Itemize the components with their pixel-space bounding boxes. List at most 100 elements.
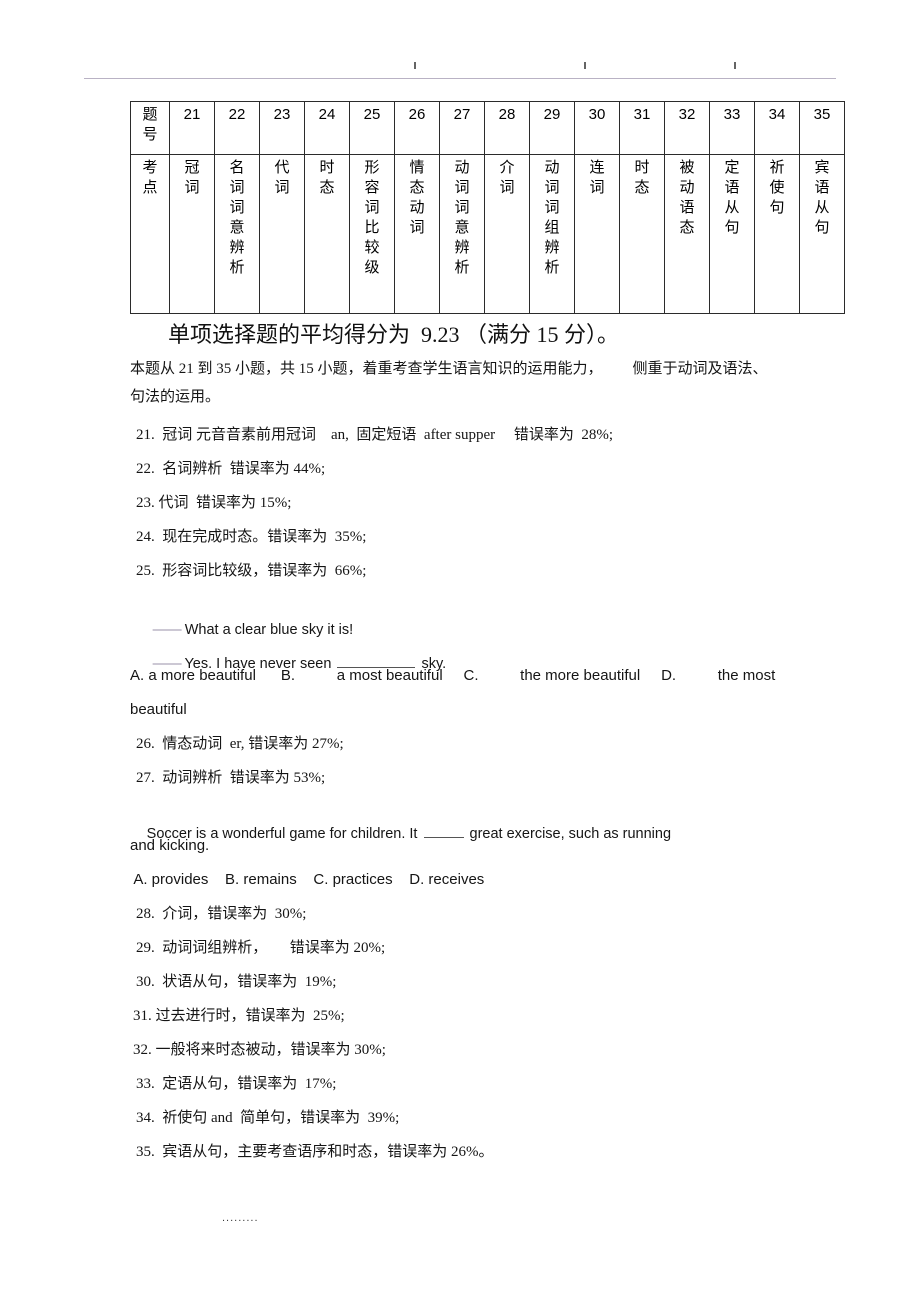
item-23: 23. 代词 错误率为 15%; [136, 495, 292, 511]
table-cell-qnum: 26 [394, 101, 440, 155]
table-cell-qnum: 23 [259, 101, 305, 155]
table-cell-qnum: 28 [484, 101, 530, 155]
table-cell-qnum: 32 [664, 101, 710, 155]
cell-text: 定 语 从 句 [724, 160, 740, 236]
cell-text: 35 [813, 106, 831, 123]
cell-text: 32 [678, 106, 696, 123]
table-cell-point: 介 词 [484, 154, 530, 314]
cell-text: 形 容 词 比 较 级 [364, 160, 380, 276]
table-cell-point: 时 态 [304, 154, 350, 314]
table-cell-qnum: 34 [754, 101, 800, 155]
header-tick-marks [84, 62, 836, 74]
item-28: 28. 介词，错误率为 30%; [136, 906, 307, 922]
table-cell-qnum: 21 [169, 101, 215, 155]
stem-text-after-blank: great exercise, such as running [465, 826, 672, 842]
table-cell-point: 代 词 [259, 154, 305, 314]
item-29: 29. 动词词组辨析， 错误率为 20%; [136, 940, 386, 956]
table-cell-point: 情 态 动 词 [394, 154, 440, 314]
table-cell-point: 祈 使 句 [754, 154, 800, 314]
table-cell-point: 名 词 词 意 辨 析 [214, 154, 260, 314]
cell-text: 31 [633, 106, 651, 123]
header-tick-mark [584, 62, 586, 69]
cell-text: 宾 语 从 句 [814, 160, 830, 236]
header-divider [84, 78, 836, 79]
row-label-text: 考 点 [142, 160, 158, 196]
document-page: 题 号 21 22 23 24 25 26 27 28 29 30 31 32 … [0, 0, 920, 1303]
table-cell-point: 动 词 词 意 辨 析 [439, 154, 485, 314]
table-cell-point: 连 词 [574, 154, 620, 314]
header-tick-mark [414, 62, 416, 69]
table-cell-point: 被 动 语 态 [664, 154, 710, 314]
row-label-text: 题 号 [142, 107, 158, 143]
item-32: 32. 一般将来时态被动，错误率为 30%; [133, 1042, 386, 1058]
table-cell-qnum: 33 [709, 101, 755, 155]
page-header [84, 58, 836, 90]
cell-text: 24 [318, 106, 336, 123]
item-24: 24. 现在完成时态。错误率为 35%; [136, 529, 367, 545]
cell-text: 23 [273, 106, 291, 123]
intro-line-1: 本题从 21 到 35 小题，共 15 小题，着重考查学生语言知识的运用能力， … [130, 361, 768, 377]
cell-text: 26 [408, 106, 426, 123]
item-22: 22. 名词辨析 错误率为 44%; [136, 461, 326, 477]
table-cell-qnum: 35 [799, 101, 845, 155]
footer-dots: ......... [222, 1212, 259, 1224]
table-cell-point: 时 态 [619, 154, 665, 314]
cell-text: 动 词 词 组 辨 析 [544, 160, 560, 276]
q25-options-line-1: A. a more beautiful B. a most beautiful … [130, 667, 776, 684]
table-cell-qnum: 24 [304, 101, 350, 155]
q27-options: A. provides B. remains C. practices D. r… [130, 871, 485, 888]
cell-text: 34 [768, 106, 786, 123]
item-33: 33. 定语从句，错误率为 17%; [136, 1076, 337, 1092]
answer-blank [423, 825, 464, 838]
table-row-question-numbers: 题 号 21 22 23 24 25 26 27 28 29 30 31 32 … [130, 101, 845, 155]
cell-text: 动 词 词 意 辨 析 [454, 160, 470, 276]
table-cell-point: 定 语 从 句 [709, 154, 755, 314]
q25-dialogue-line-2: —— Yes. I have never seen sky. [136, 631, 447, 697]
cell-text: 冠 词 [184, 160, 200, 196]
table-cell-qnum: 27 [439, 101, 485, 155]
table-cell-point: 宾 语 从 句 [799, 154, 845, 314]
cell-text: 名 词 词 意 辨 析 [229, 160, 245, 276]
cell-text: 时 态 [634, 160, 650, 196]
intro-line-2: 句法的运用。 [130, 389, 221, 405]
average-score-heading: 单项选择题的平均得分为 9.23 （满分 15 分）。 [168, 322, 620, 347]
item-31: 31. 过去进行时，错误率为 25%; [133, 1008, 345, 1024]
cell-text: 时 态 [319, 160, 335, 196]
item-26: 26. 情态动词 er, 错误率为 27%; [136, 736, 344, 752]
table-cell-point: 冠 词 [169, 154, 215, 314]
table-cell-qnum: 31 [619, 101, 665, 155]
question-points-table: 题 号 21 22 23 24 25 26 27 28 29 30 31 32 … [130, 101, 845, 314]
cell-text: 22 [228, 106, 246, 123]
table-cell-qnum: 30 [574, 101, 620, 155]
cell-text: 被 动 语 态 [679, 160, 695, 236]
table-cell-qnum: 22 [214, 101, 260, 155]
cell-text: 30 [588, 106, 606, 123]
table-cell-point: 动 词 词 组 辨 析 [529, 154, 575, 314]
cell-text: 29 [543, 106, 561, 123]
row-label-question-number: 题 号 [130, 101, 170, 155]
cell-text: 祈 使 句 [769, 160, 785, 216]
table-row-knowledge-points: 考 点 冠 词 名 词 词 意 辨 析 代 词 时 态 形 容 词 比 较 级 … [130, 154, 845, 314]
cell-text: 33 [723, 106, 741, 123]
item-30: 30. 状语从句，错误率为 19%; [136, 974, 337, 990]
item-25: 25. 形容词比较级，错误率为 66%; [136, 563, 367, 579]
q25-options-line-2: beautiful [130, 701, 187, 718]
row-label-knowledge-point: 考 点 [130, 154, 170, 314]
cell-text: 25 [363, 106, 381, 123]
q27-stem-line-2: and kicking. [130, 837, 210, 854]
table-cell-qnum: 29 [529, 101, 575, 155]
cell-text: 27 [453, 106, 471, 123]
cell-text: 连 词 [589, 160, 605, 196]
cell-text: 情 态 动 词 [409, 160, 425, 236]
q27-stem-line-1: Soccer is a wonderful game for children.… [130, 801, 671, 867]
cell-text: 28 [498, 106, 516, 123]
item-35: 35. 宾语从句，主要考查语序和时态，错误率为 26%。 [136, 1144, 494, 1160]
item-21: 21. 冠词 元音音素前用冠词 an, 固定短语 after supper 错误… [136, 427, 614, 443]
cell-text: 21 [183, 106, 201, 123]
table-cell-point: 形 容 词 比 较 级 [349, 154, 395, 314]
header-tick-mark [734, 62, 736, 69]
question-points-table-wrapper: 题 号 21 22 23 24 25 26 27 28 29 30 31 32 … [130, 101, 845, 314]
table-cell-qnum: 25 [349, 101, 395, 155]
item-27: 27. 动词辨析 错误率为 53%; [136, 770, 326, 786]
item-34: 34. 祈使句 and 简单句，错误率为 39%; [136, 1110, 400, 1126]
